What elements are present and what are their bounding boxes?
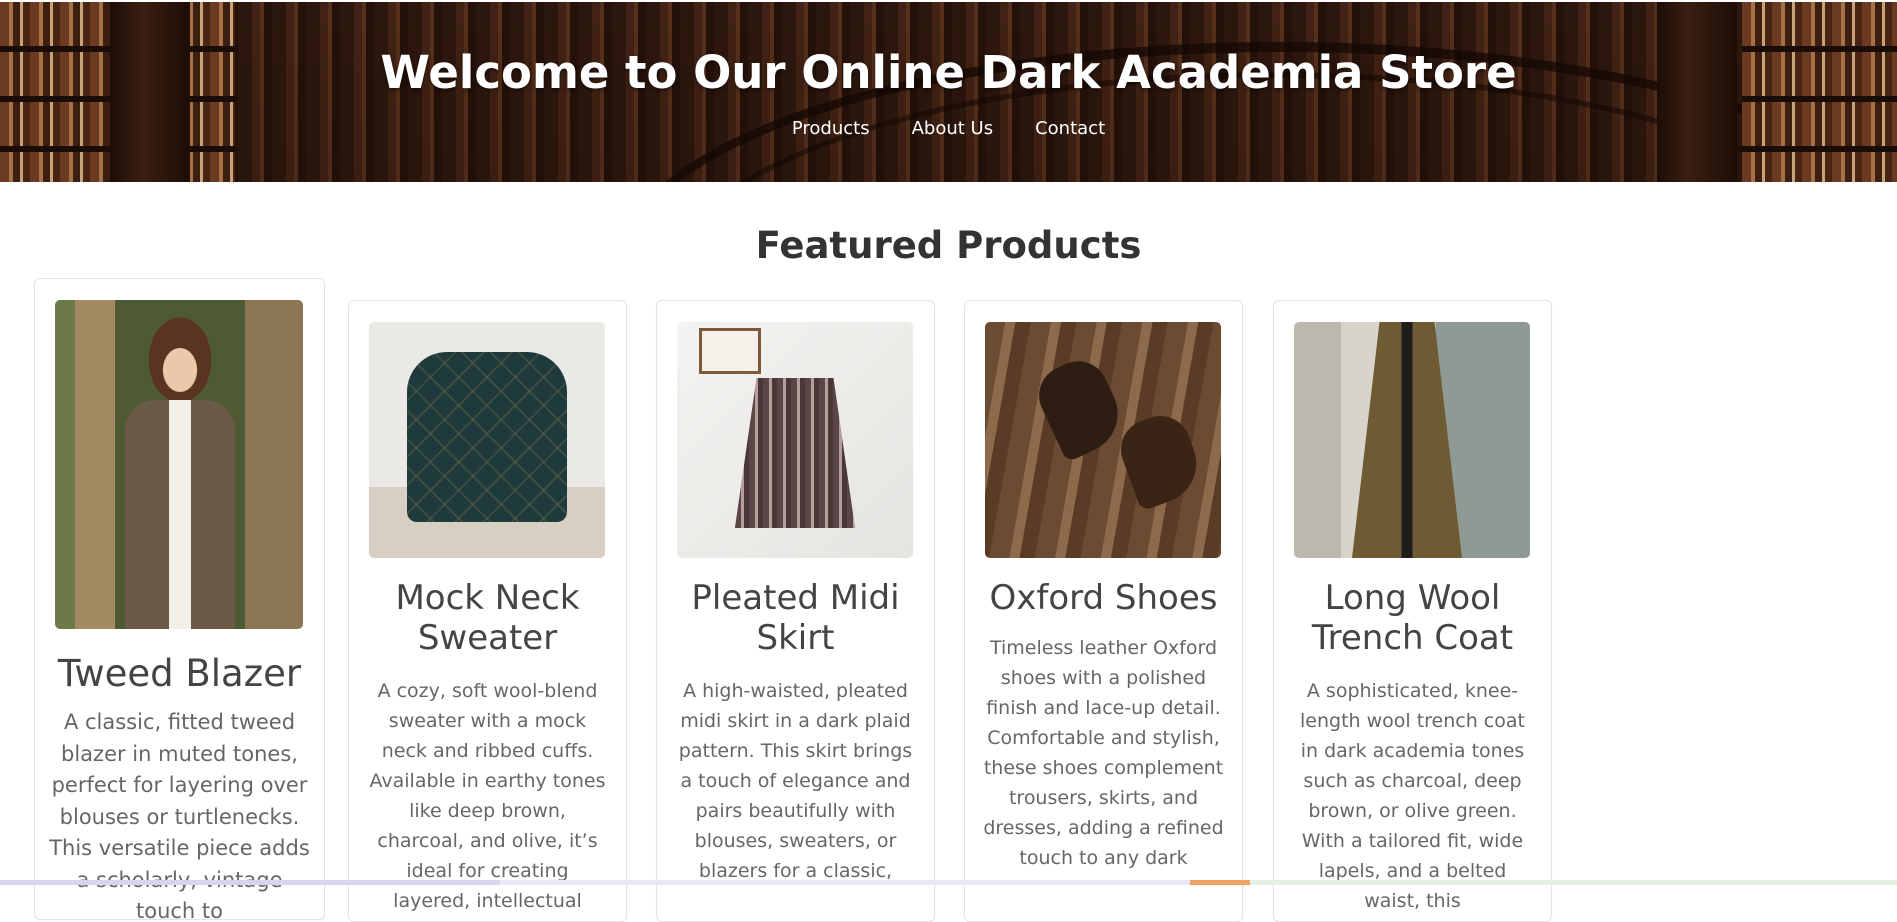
- page-title: Welcome to Our Online Dark Academia Stor…: [380, 46, 1517, 99]
- product-card-mock-neck-sweater[interactable]: Mock Neck Sweater A cozy, soft wool-blen…: [348, 300, 627, 922]
- featured-products-heading: Featured Products: [755, 224, 1142, 267]
- product-image-tweed-blazer[interactable]: [55, 300, 303, 629]
- product-name: Oxford Shoes: [989, 578, 1218, 618]
- product-description: A classic, fitted tweed blazer in muted …: [49, 710, 310, 920]
- product-card-oxford-shoes[interactable]: Oxford Shoes Timeless leather Oxford sho…: [964, 300, 1243, 922]
- main-nav: Products About Us Contact: [0, 118, 1897, 139]
- product-card-long-wool-trench-coat[interactable]: Long Wool Trench Coat A sophisticated, k…: [1273, 300, 1552, 922]
- product-name: Pleated Midi Skirt: [691, 578, 900, 659]
- hero-banner: Welcome to Our Online Dark Academia Stor…: [0, 2, 1897, 182]
- nav-link-about-us[interactable]: About Us: [912, 118, 994, 139]
- product-description: A cozy, soft wool-blend sweater with a m…: [369, 680, 606, 921]
- product-name: Long Wool Trench Coat: [1311, 578, 1514, 659]
- product-name: Tweed Blazer: [57, 652, 302, 695]
- product-image-mock-neck-sweater[interactable]: [369, 322, 605, 558]
- product-image-long-wool-trench-coat[interactable]: [1294, 322, 1530, 558]
- product-card-tweed-blazer[interactable]: Tweed Blazer A classic, fitted tweed bla…: [34, 278, 325, 920]
- product-image-oxford-shoes[interactable]: [985, 322, 1221, 558]
- product-name: Mock Neck Sweater: [395, 578, 580, 659]
- bottom-edge-strip: [0, 880, 1897, 885]
- product-description: Timeless leather Oxford shoes with a pol…: [983, 637, 1224, 869]
- product-image-pleated-midi-skirt[interactable]: [677, 322, 913, 558]
- product-description: A high-waisted, pleated midi skirt in a …: [678, 680, 913, 882]
- nav-link-contact[interactable]: Contact: [1035, 118, 1105, 139]
- product-card-pleated-midi-skirt[interactable]: Pleated Midi Skirt A high-waisted, pleat…: [656, 300, 935, 922]
- nav-link-products[interactable]: Products: [792, 118, 870, 139]
